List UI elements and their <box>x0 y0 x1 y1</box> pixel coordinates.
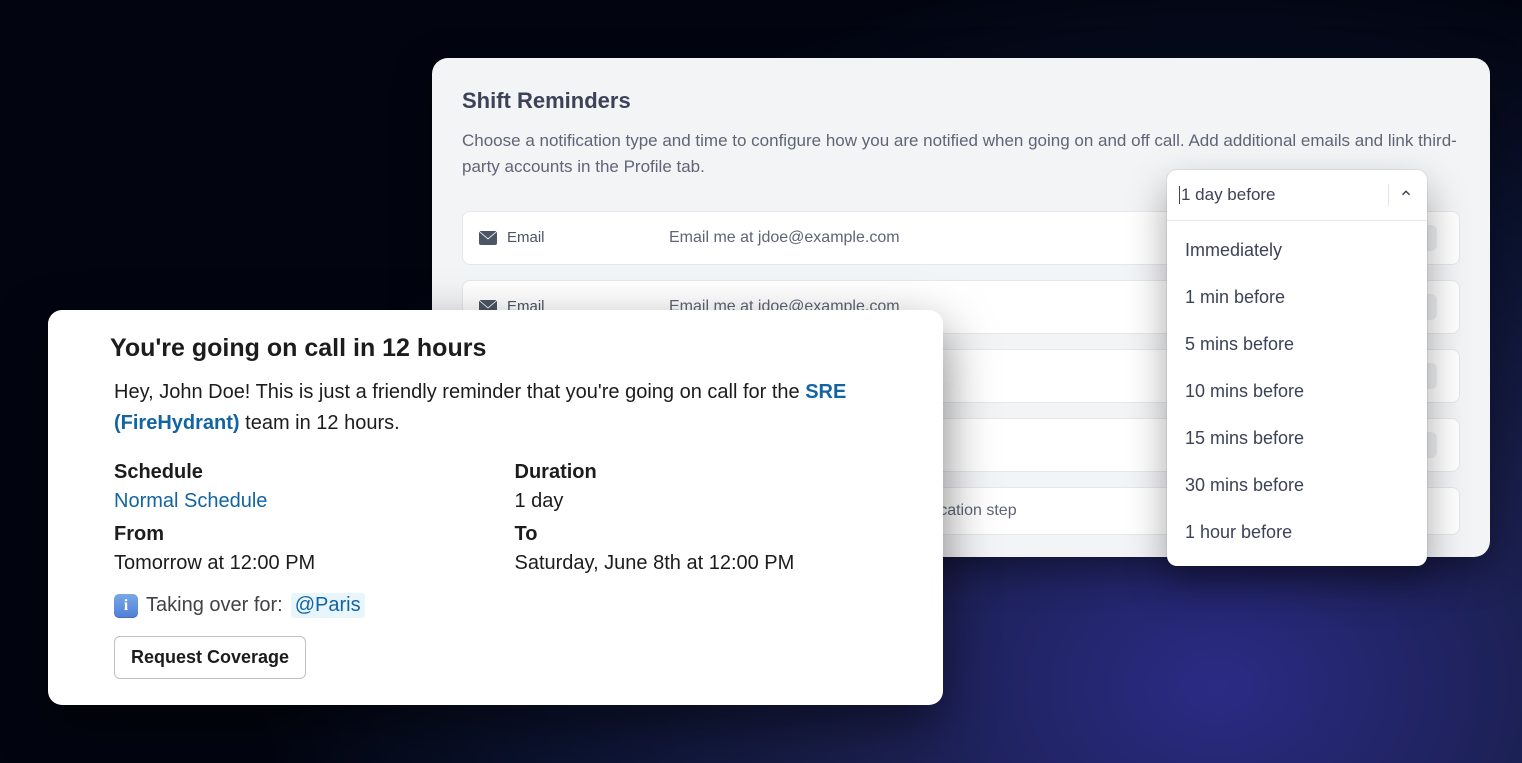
taking-over-label: Taking over for: <box>146 594 283 617</box>
from-label: From <box>114 523 515 546</box>
oncall-reminder-title: You're going on call in 12 hours <box>110 334 915 363</box>
request-coverage-button[interactable]: Request Coverage <box>114 636 306 679</box>
reminder-type-label: Email <box>507 229 545 246</box>
timing-option[interactable]: 1 min before <box>1167 274 1427 321</box>
from-value: Tomorrow at 12:00 PM <box>114 552 515 575</box>
duration-label: Duration <box>515 461 916 484</box>
request-coverage-label: Request Coverage <box>131 647 289 667</box>
timing-option[interactable]: 5 mins before <box>1167 321 1427 368</box>
taking-over-row: i Taking over for: @Paris <box>114 593 915 618</box>
divider <box>1388 184 1389 206</box>
mail-icon <box>479 231 497 245</box>
oncall-reminder-body-pre: Hey, John Doe! This is just a friendly r… <box>114 381 805 403</box>
timing-dropdown: 1 day before Immediately1 min before5 mi… <box>1167 170 1427 566</box>
reminder-type: Email <box>479 229 669 246</box>
timing-option[interactable]: 1 hour before <box>1167 509 1427 556</box>
timing-dropdown-options: Immediately1 min before5 mins before10 m… <box>1167 221 1427 566</box>
timing-option[interactable]: 15 mins before <box>1167 415 1427 462</box>
shift-reminders-title: Shift Reminders <box>462 88 1460 114</box>
timing-option[interactable]: 10 mins before <box>1167 368 1427 415</box>
to-label: To <box>515 523 916 546</box>
timing-dropdown-selected-value: 1 day before <box>1181 185 1378 205</box>
oncall-reminder-card: You're going on call in 12 hours Hey, Jo… <box>48 310 943 705</box>
schedule-label: Schedule <box>114 461 515 484</box>
taking-over-mention[interactable]: @Paris <box>291 593 365 618</box>
info-icon: i <box>114 594 138 618</box>
to-value: Saturday, June 8th at 12:00 PM <box>515 552 916 575</box>
chevron-up-icon <box>1399 185 1413 205</box>
duration-value: 1 day <box>515 490 916 513</box>
oncall-reminder-body: Hey, John Doe! This is just a friendly r… <box>114 377 915 439</box>
schedule-link[interactable]: Normal Schedule <box>114 490 515 513</box>
timing-dropdown-toggle[interactable]: 1 day before <box>1167 170 1427 221</box>
timing-option[interactable]: 30 mins before <box>1167 462 1427 509</box>
timing-option[interactable]: Immediately <box>1167 227 1427 274</box>
oncall-reminder-body-post: team in 12 hours. <box>240 412 400 434</box>
